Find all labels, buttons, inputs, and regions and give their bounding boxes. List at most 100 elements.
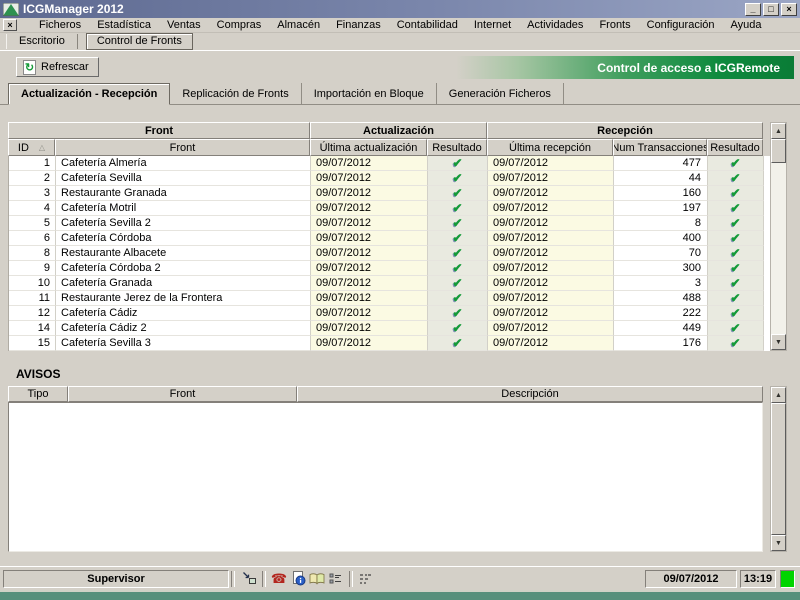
table-row[interactable]: 6Cafetería Córdoba09/07/2012✔09/07/20124… (9, 231, 787, 246)
cell-ultima-recepcion: 09/07/2012 (488, 306, 614, 321)
outline-list-icon[interactable] (358, 571, 374, 587)
table-scroll-thumb[interactable] (771, 139, 786, 163)
list-icon[interactable] (328, 571, 344, 587)
table-row[interactable]: 11Restaurante Jerez de la Frontera09/07/… (9, 291, 787, 306)
avisos-column-header-front[interactable]: Front (68, 386, 297, 402)
close-child-icon[interactable]: × (3, 19, 17, 31)
table-row[interactable]: 1Cafetería Almería09/07/2012✔09/07/20124… (9, 156, 787, 171)
result-ok-icon: ✔ (730, 187, 740, 199)
table-row[interactable]: 4Cafetería Motril09/07/2012✔09/07/201219… (9, 201, 787, 216)
table-scroll-up-button[interactable]: ▲ (771, 123, 786, 139)
table-scrollbar[interactable]: ▲ ▼ (770, 122, 787, 351)
restore-button[interactable]: □ (763, 3, 779, 16)
cell-front: Cafetería Sevilla 2 (56, 216, 311, 231)
cell-num-transacciones: 400 (614, 231, 708, 246)
menu-item-compras[interactable]: Compras (209, 19, 270, 31)
cell-resultado-actualizacion: ✔ (428, 231, 488, 246)
connection-status-indicator (780, 570, 795, 588)
table-scroll-down-button[interactable]: ▼ (771, 334, 786, 350)
table-row[interactable]: 3Restaurante Granada09/07/2012✔09/07/201… (9, 186, 787, 201)
refresh-button[interactable]: ↻ Refrescar (16, 57, 99, 77)
fronts-table: FrontActualizaciónRecepción ID△FrontÚlti… (8, 122, 787, 351)
group-header-recepcion: Recepción (487, 122, 763, 139)
cell-front: Cafetería Cádiz (56, 306, 311, 321)
menu-item-almacen[interactable]: Almacén (269, 19, 328, 31)
column-header-ultima-recepcion[interactable]: Última recepción (487, 139, 613, 156)
book-icon[interactable] (309, 571, 325, 587)
statusbar-separator (262, 571, 266, 587)
menu-item-actividades[interactable]: Actividades (519, 19, 591, 31)
menu-item-finanzas[interactable]: Finanzas (328, 19, 389, 31)
cell-front: Cafetería Granada (56, 276, 311, 291)
menu-item-ficheros[interactable]: Ficheros (31, 19, 89, 31)
cell-ultima-actualizacion: 09/07/2012 (311, 246, 428, 261)
view-tab-actualizacion-recepcion[interactable]: Actualización - Recepción (8, 83, 170, 105)
cell-front: Cafetería Almería (56, 156, 311, 171)
column-header-resultado[interactable]: Resultado (427, 139, 487, 156)
title-bar[interactable]: ICGManager 2012 _ □ × (0, 0, 800, 18)
cell-resultado-recepcion: ✔ (708, 306, 764, 321)
avisos-scroll-thumb[interactable] (771, 403, 786, 535)
cell-ultima-recepcion: 09/07/2012 (488, 186, 614, 201)
cell-num-transacciones: 160 (614, 186, 708, 201)
cell-id: 6 (9, 231, 56, 246)
cell-resultado-actualizacion: ✔ (428, 171, 488, 186)
minimize-button[interactable]: _ (745, 3, 761, 16)
view-tab-generacion-ficheros[interactable]: Generación Ficheros (437, 83, 564, 104)
cell-ultima-actualizacion: 09/07/2012 (311, 321, 428, 336)
column-header-ultima-actualizacion[interactable]: Última actualización (310, 139, 427, 156)
cell-num-transacciones: 477 (614, 156, 708, 171)
page-tab-control-de-fronts[interactable]: Control de Fronts (86, 33, 193, 50)
cell-ultima-actualizacion: 09/07/2012 (311, 306, 428, 321)
view-tab-importacion-en-bloque[interactable]: Importación en Bloque (302, 83, 437, 104)
view-tab-replicacion-de-fronts[interactable]: Replicación de Fronts (170, 83, 301, 104)
phone-icon[interactable]: ☎ (271, 571, 287, 587)
cell-resultado-recepcion: ✔ (708, 231, 764, 246)
cell-resultado-recepcion: ✔ (708, 291, 764, 306)
cell-ultima-actualizacion: 09/07/2012 (311, 156, 428, 171)
cell-num-transacciones: 44 (614, 171, 708, 186)
result-ok-icon: ✔ (452, 277, 462, 289)
current-user-panel: Supervisor (3, 570, 229, 588)
table-row[interactable]: 15Cafetería Sevilla 309/07/2012✔09/07/20… (9, 336, 787, 351)
menu-item-internet[interactable]: Internet (466, 19, 519, 31)
avisos-scroll-up-button[interactable]: ▲ (771, 387, 786, 403)
cell-front: Cafetería Sevilla (56, 171, 311, 186)
page-tab-escritorio[interactable]: Escritorio (6, 34, 78, 49)
table-row[interactable]: 12Cafetería Cádiz09/07/2012✔09/07/201222… (9, 306, 787, 321)
result-ok-icon: ✔ (730, 202, 740, 214)
menu-item-contabilidad[interactable]: Contabilidad (389, 19, 466, 31)
info-document-icon[interactable] (290, 571, 306, 587)
column-header-front[interactable]: Front (55, 139, 310, 156)
column-header-label: Última recepción (509, 142, 591, 154)
table-row[interactable]: 9Cafetería Córdoba 209/07/2012✔09/07/201… (9, 261, 787, 276)
avisos-column-header-descripcion[interactable]: Descripción (297, 386, 763, 402)
table-row[interactable]: 10Cafetería Granada09/07/2012✔09/07/2012… (9, 276, 787, 291)
cell-ultima-actualizacion: 09/07/2012 (311, 231, 428, 246)
cell-resultado-recepcion: ✔ (708, 186, 764, 201)
cell-ultima-recepcion: 09/07/2012 (488, 156, 614, 171)
column-header-resultado-2[interactable]: Resultado (707, 139, 763, 156)
cell-resultado-actualizacion: ✔ (428, 291, 488, 306)
avisos-scroll-down-button[interactable]: ▼ (771, 535, 786, 551)
menu-item-configuracion[interactable]: Configuración (639, 19, 723, 31)
table-row[interactable]: 8Restaurante Albacete09/07/2012✔09/07/20… (9, 246, 787, 261)
table-row[interactable]: 5Cafetería Sevilla 209/07/2012✔09/07/201… (9, 216, 787, 231)
cell-num-transacciones: 8 (614, 216, 708, 231)
cell-front: Restaurante Albacete (56, 246, 311, 261)
cell-id: 10 (9, 276, 56, 291)
close-button[interactable]: × (781, 3, 797, 16)
column-header-id[interactable]: ID△ (8, 139, 55, 156)
menu-item-estadistica[interactable]: Estadística (89, 19, 159, 31)
table-row[interactable]: 14Cafetería Cádiz 209/07/2012✔09/07/2012… (9, 321, 787, 336)
menu-item-ayuda[interactable]: Ayuda (723, 19, 770, 31)
menu-item-fronts[interactable]: Fronts (591, 19, 638, 31)
banner-text: Control de acceso a ICGRemote (597, 61, 780, 75)
avisos-scrollbar[interactable]: ▲ ▼ (770, 386, 787, 552)
avisos-column-header-tipo[interactable]: Tipo (8, 386, 68, 402)
table-row[interactable]: 2Cafetería Sevilla09/07/2012✔09/07/20124… (9, 171, 787, 186)
connection-icon[interactable] (241, 571, 257, 587)
column-header-num-transacciones[interactable]: Num Transacciones (613, 139, 707, 156)
menu-item-ventas[interactable]: Ventas (159, 19, 209, 31)
result-ok-icon: ✔ (730, 232, 740, 244)
